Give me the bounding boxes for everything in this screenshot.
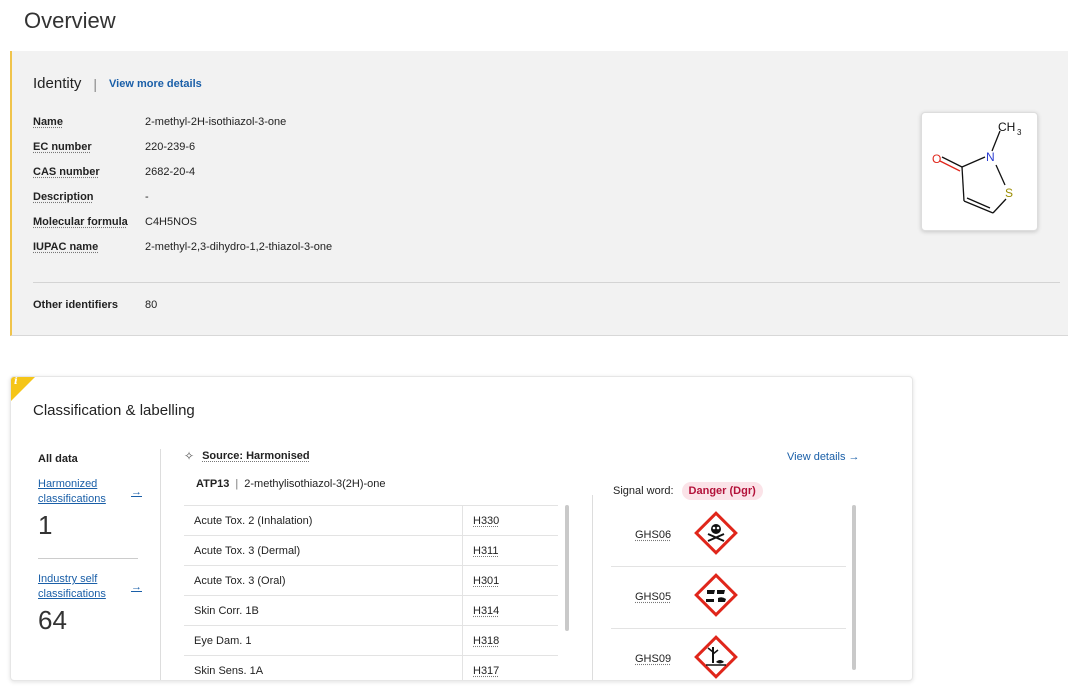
arrow-right-icon: →: [131, 581, 142, 593]
industry-count: 64: [38, 605, 67, 635]
field-label[interactable]: CAS number: [33, 166, 145, 178]
identity-row-molecular-formula: Molecular formula C4H5NOS: [33, 216, 197, 228]
atom-n: N: [986, 150, 995, 164]
field-label[interactable]: Molecular formula: [33, 216, 145, 228]
field-label[interactable]: EC number: [33, 141, 145, 153]
pictogram-row: GHS05: [611, 567, 846, 629]
hazard-class: Acute Tox. 2 (Inhalation): [194, 515, 313, 527]
hazard-row: Acute Tox. 3 (Oral) H301: [184, 565, 558, 596]
source-heading: ✧ Source: Harmonised: [184, 449, 310, 463]
column-divider: [592, 495, 593, 680]
pictogram-code[interactable]: GHS05: [635, 591, 671, 603]
environment-icon: [694, 635, 738, 679]
pictogram-list-scrollbar[interactable]: [852, 505, 856, 670]
hazard-row: Skin Sens. 1A H317: [184, 655, 558, 680]
identity-row-cas-number: CAS number 2682-20-4: [33, 166, 195, 178]
field-label[interactable]: Description: [33, 191, 145, 203]
atom-s: S: [1005, 186, 1013, 200]
field-label[interactable]: Name: [33, 116, 145, 128]
industry-label-line1: Industry self: [38, 573, 98, 585]
skull-crossbones-icon: [694, 511, 738, 555]
identity-panel: Identity | View more details Name 2-meth…: [10, 51, 1068, 336]
atom-ch: CH: [998, 120, 1015, 134]
pictogram-row: GHS09: [611, 629, 846, 680]
source-label[interactable]: Source: Harmonised: [202, 450, 310, 462]
all-data-label: All data: [38, 453, 78, 465]
view-more-details-link[interactable]: View more details: [109, 78, 202, 90]
identity-row-name: Name 2-methyl-2H-isothiazol-3-one: [33, 116, 286, 128]
corrosion-icon: [694, 573, 738, 617]
arrow-right-icon: →: [131, 486, 142, 498]
identity-heading: Identity: [33, 75, 82, 92]
hazard-row: Eye Dam. 1 H318: [184, 625, 558, 656]
molecule-structure-card[interactable]: O N S CH 3: [921, 112, 1038, 231]
hazard-class: Acute Tox. 3 (Dermal): [194, 545, 301, 557]
divider: [33, 282, 1060, 283]
signal-word: Signal word: Danger (Dgr): [613, 482, 763, 500]
signal-word-badge: Danger (Dgr): [681, 482, 763, 500]
field-label: Other identifiers: [33, 299, 118, 311]
atom-ch-subscript: 3: [1017, 128, 1022, 137]
hazard-row: Skin Corr. 1B H314: [184, 595, 558, 626]
hazard-row: Acute Tox. 2 (Inhalation) H330: [184, 505, 558, 536]
industry-classifications-link[interactable]: Industry self classifications →: [38, 572, 142, 602]
hazard-code[interactable]: H317: [462, 656, 558, 680]
atp-substance: 2-methylisothiazol-3(2H)-one: [244, 478, 386, 490]
identity-row-ec-number: EC number 220-239-6: [33, 141, 195, 153]
field-value: 80: [145, 299, 158, 311]
atom-o: O: [932, 152, 941, 166]
hazard-class: Skin Corr. 1B: [194, 605, 259, 617]
hazard-code[interactable]: H311: [462, 536, 558, 566]
field-value: 2-methyl-2,3-dihydro-1,2-thiazol-3-one: [145, 241, 333, 253]
identity-row-other-identifiers: Other identifiers 80: [33, 299, 157, 311]
molecule-structure-diagram: O N S CH 3: [932, 120, 1022, 214]
atp-line: ATP13 | 2-methylisothiazol-3(2H)-one: [196, 478, 386, 490]
industry-label: Industry self classifications: [38, 572, 106, 602]
pictogram-code[interactable]: GHS06: [635, 529, 671, 541]
harmonized-classifications-link[interactable]: Harmonized classifications →: [38, 477, 142, 507]
classification-panel: i Classification & labelling All data Ha…: [10, 376, 913, 681]
header-separator: |: [93, 75, 98, 92]
all-data-column: All data: [38, 449, 142, 467]
atp-separator: |: [235, 478, 239, 490]
hazard-code[interactable]: H330: [462, 506, 558, 536]
atp-code: ATP13: [196, 478, 230, 490]
field-value: 2-methyl-2H-isothiazol-3-one: [145, 116, 287, 128]
field-value: C4H5NOS: [145, 216, 197, 228]
hazard-class: Eye Dam. 1: [194, 635, 252, 647]
classification-title: Classification & labelling: [33, 402, 195, 419]
identity-row-iupac-name: IUPAC name 2-methyl-2,3-dihydro-1,2-thia…: [33, 241, 332, 253]
identity-row-description: Description -: [33, 191, 149, 203]
harmonized-count: 1: [38, 510, 53, 540]
hazard-code[interactable]: H318: [462, 626, 558, 656]
pictogram-row: GHS06: [611, 505, 846, 567]
pictogram-code[interactable]: GHS09: [635, 653, 671, 665]
hazard-code[interactable]: H301: [462, 566, 558, 596]
hazard-list-scrollbar[interactable]: [565, 505, 569, 631]
sparkle-icon: ✧: [184, 449, 195, 463]
hazard-code[interactable]: H314: [462, 596, 558, 626]
identity-header: Identity | View more details: [33, 75, 202, 92]
signal-word-label: Signal word:: [613, 485, 674, 497]
column-divider: [160, 449, 161, 680]
divider: [38, 558, 138, 559]
harmonized-label: Harmonized classifications: [38, 477, 106, 507]
field-value: 220-239-6: [145, 141, 196, 153]
info-icon: i: [14, 376, 18, 387]
harmonized-label-line2: classifications: [38, 493, 106, 505]
field-label[interactable]: IUPAC name: [33, 241, 145, 253]
hazard-class: Acute Tox. 3 (Oral): [194, 575, 286, 587]
field-value: -: [145, 191, 149, 203]
page-title: Overview: [24, 8, 116, 33]
hazard-row: Acute Tox. 3 (Dermal) H311: [184, 535, 558, 566]
field-value: 2682-20-4: [145, 166, 196, 178]
industry-label-line2: classifications: [38, 588, 106, 600]
harmonized-label-line1: Harmonized: [38, 478, 98, 490]
hazard-class: Skin Sens. 1A: [194, 665, 264, 677]
view-details-link[interactable]: View details →: [787, 451, 860, 463]
